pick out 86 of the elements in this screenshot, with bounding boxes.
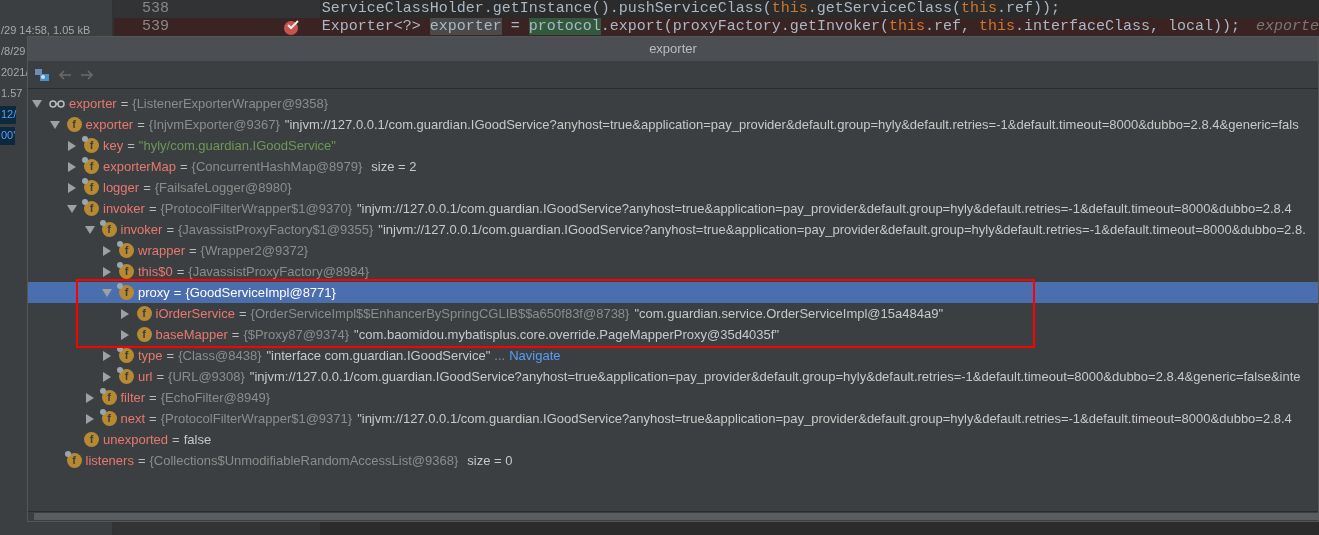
- tree-row[interactable]: f exporter = {InjvmExporter@9367} "injvm://127.0.0.1/com.guardian.IGoodService?anyhost=true&application=pay_provider&default.group=hyly&default.retries=-1&default.timeout=8000&dubbo=2.8.4&generic=fals: [28, 114, 1318, 135]
- field-icon: f: [84, 201, 99, 216]
- expand-triangle-icon[interactable]: [119, 308, 130, 319]
- tree-row[interactable]: f this$0 = {JavassistProxyFactory@8984}: [28, 261, 1318, 282]
- file-info-text: 12/: [0, 106, 17, 124]
- collapse-triangle-icon[interactable]: [32, 98, 42, 109]
- variable-entry: exporter = {ListenerExporterWrapper@9358}: [69, 94, 330, 113]
- file-info-text: 00': [0, 127, 16, 145]
- tree-row[interactable]: f url = {URL@9308} "injvm://127.0.0.1/com.guardian.IGoodService?anyhost=true&application=pay_provider&default.group=hyly&default.retries=-1&default.timeout=8000&dubbo=2.8.4&generic=false&inte: [28, 366, 1318, 387]
- tree-row[interactable]: f exporterMap = {ConcurrentHashMap@8979} size = 2: [28, 156, 1318, 177]
- expand-triangle-icon[interactable]: [119, 329, 130, 340]
- navigate-link[interactable]: Navigate: [509, 345, 561, 366]
- inline-value-hint: exporte: [1256, 18, 1319, 36]
- variable-entry: proxy = {GoodServiceImpl@8771}: [138, 283, 337, 302]
- variable-entry: unexported = false: [103, 430, 212, 449]
- tree-row[interactable]: f baseMapper = {$Proxy87@9374} "com.baomidou.mybatisplus.core.override.PageMapperProxy@35d4035f": [28, 324, 1318, 345]
- expand-triangle-icon[interactable]: [84, 392, 95, 403]
- tree-row[interactable]: f listeners = {Collections$UnmodifiableRandomAccessList@9368} size = 0: [28, 450, 1318, 471]
- tree-row[interactable]: f filter = {EchoFilter@8949}: [28, 387, 1318, 408]
- variable-entry: type = {Class@8438} "interface com.guardian.IGoodService": [138, 346, 491, 365]
- code-line: Exporter<?> exporter = protocol.export(proxyFactory.getInvoker(this.ref, this.interfaceClass, local));: [321, 18, 1240, 36]
- field-icon: f: [119, 369, 134, 384]
- expand-triangle-icon[interactable]: [84, 413, 95, 424]
- field-icon: f: [66, 453, 82, 468]
- field-icon: f: [119, 243, 134, 258]
- variable-entry: invoker = {JavassistProxyFactory$1@9355} "injvm://127.0.0.1/com.guardian.IGoodService?anyhost=true&application=pay_provider&default.group=hyly&default.retries=-1&default.timeout=8000&dubbo=2.8.: [120, 220, 1306, 239]
- file-info-text: 1.57: [0, 86, 23, 101]
- tree-row[interactable]: exporter = {ListenerExporterWrapper@9358}: [28, 93, 1318, 114]
- variable-entry: exporter = {InjvmExporter@9367} "injvm://127.0.0.1/com.guardian.IGoodService?anyhost=true&application=pay_provider&default.group=hyly&default.retries=-1&default.timeout=8000&dubbo=2.8.4&generic=fals: [85, 115, 1299, 134]
- expand-triangle-icon[interactable]: [102, 245, 112, 256]
- variable-entry: this$0 = {JavassistProxyFactory@8984}: [138, 262, 371, 281]
- collapse-triangle-icon[interactable]: [67, 203, 77, 214]
- expand-triangle-icon[interactable]: [102, 371, 112, 382]
- tree-row[interactable]: f unexported = false: [28, 429, 1318, 450]
- field-icon: f: [101, 390, 117, 405]
- collapse-triangle-icon[interactable]: [49, 119, 60, 130]
- tree-row[interactable]: f iOrderService = {OrderServiceImpl$$EnhancerBySpringCGLIB$$a650f83f@8738} "com.guardian.service.OrderServiceImpl@15a484a9": [28, 303, 1318, 324]
- collapse-triangle-icon[interactable]: [84, 224, 95, 235]
- file-info-text: 2021/: [0, 65, 29, 80]
- line-number: 538: [140, 0, 169, 19]
- field-icon: f: [84, 432, 99, 447]
- field-icon: f: [66, 117, 82, 132]
- expand-triangle-icon[interactable]: [67, 140, 77, 151]
- variable-entry: invoker = {ProtocolFilterWrapper$1@9370} "injvm://127.0.0.1/com.guardian.IGoodService?anyhost=true&application=pay_provider&default.group=hyly&default.retries=-1&default.timeout=8000&dubbo=2.8.4: [103, 199, 1292, 218]
- field-icon: f: [84, 159, 99, 174]
- field-icon: f: [84, 138, 99, 153]
- field-icon: f: [101, 222, 117, 237]
- expand-triangle-icon[interactable]: [102, 350, 112, 361]
- field-icon: f: [101, 411, 117, 426]
- popup-title: exporter: [649, 40, 697, 59]
- glasses-icon: [49, 98, 65, 109]
- tree-row[interactable]: f next = {ProtocolFilterWrapper$1@9371} "injvm://127.0.0.1/com.guardian.IGoodService?anyhost=true&application=pay_provider&default.group=hyly&default.retries=-1&default.timeout=8000&dubbo=2.8.4: [28, 408, 1318, 429]
- variable-entry: iOrderService = {OrderServiceImpl$$EnhancerBySpringCGLIB$$a650f83f@8738} "com.guardian.service.OrderServiceImpl@15a484a9": [155, 304, 943, 323]
- expand-triangle-icon[interactable]: [102, 266, 112, 277]
- field-icon: f: [136, 306, 152, 321]
- ellipsis-text: ...: [494, 346, 506, 365]
- horizontal-scrollbar[interactable]: [34, 513, 1319, 520]
- field-icon: f: [136, 327, 152, 342]
- file-info-text: /8/29: [0, 44, 26, 59]
- tree-row[interactable]: f key = "hyly/com.guardian.IGoodService": [28, 135, 1318, 156]
- variable-entry: key = "hyly/com.guardian.IGoodService": [103, 136, 336, 155]
- field-icon: f: [119, 264, 134, 279]
- variable-entry: baseMapper = {$Proxy87@9374} "com.baomidou.mybatisplus.core.override.PageMapperProxy@35d4035f": [155, 325, 780, 344]
- variable-entry: url = {URL@9308} "injvm://127.0.0.1/com.guardian.IGoodService?anyhost=true&application=pay_provider&default.group=hyly&default.retries=-1&default.timeout=8000&dubbo=2.8.4&generic=false&inte: [138, 367, 1301, 386]
- variable-entry: wrapper = {Wrapper2@9372}: [138, 241, 310, 260]
- tree-row[interactable]: f wrapper = {Wrapper2@9372}: [28, 240, 1318, 261]
- file-info-text: /29 14:58, 1.05 kB: [0, 23, 91, 38]
- line-number: 539: [140, 16, 169, 37]
- variable-entry: logger = {FailsafeLogger@8980}: [103, 178, 293, 197]
- variable-entry: next = {ProtocolFilterWrapper$1@9371} "injvm://127.0.0.1/com.guardian.IGoodService?anyhost=true&application=pay_provider&default.group=hyly&default.retries=-1&default.timeout=8000&dubbo=2.8.4: [120, 409, 1292, 428]
- expand-triangle-icon[interactable]: [67, 182, 77, 193]
- code-line: ServiceClassHolder.getInstance().pushServiceClass(this.getServiceClass(this.ref));: [321, 0, 1060, 18]
- field-icon: f: [119, 348, 134, 363]
- field-icon: f: [84, 180, 99, 195]
- breakpoint-icon[interactable]: [282, 18, 301, 36]
- tree-row[interactable]: f invoker = {JavassistProxyFactory$1@9355} "injvm://127.0.0.1/com.guardian.IGoodService?anyhost=true&application=pay_provider&default.group=hyly&default.retries=-1&default.timeout=8000&dubbo=2.8.: [28, 219, 1318, 240]
- tree-row[interactable]: f proxy = {GoodServiceImpl@8771}: [28, 282, 1318, 303]
- variable-entry: filter = {EchoFilter@8949}: [120, 388, 271, 407]
- expand-triangle-icon[interactable]: [67, 161, 77, 172]
- tree-row[interactable]: f logger = {FailsafeLogger@8980}: [28, 177, 1318, 198]
- tree-row[interactable]: f type = {Class@8438} "interface com.guardian.IGoodService" ... Navigate: [28, 345, 1318, 366]
- tree-row[interactable]: f invoker = {ProtocolFilterWrapper$1@9370} "injvm://127.0.0.1/com.guardian.IGoodService?anyhost=true&application=pay_provider&default.group=hyly&default.retries=-1&default.timeout=8000&dubbo=2.8.4: [28, 198, 1318, 219]
- watch-tree-icon[interactable]: [34, 67, 50, 82]
- field-icon: f: [119, 285, 134, 300]
- variable-entry: exporterMap = {ConcurrentHashMap@8979} size = 2: [103, 157, 417, 176]
- variable-entry: listeners = {Collections$UnmodifiableRandomAccessList@9368} size = 0: [85, 451, 513, 470]
